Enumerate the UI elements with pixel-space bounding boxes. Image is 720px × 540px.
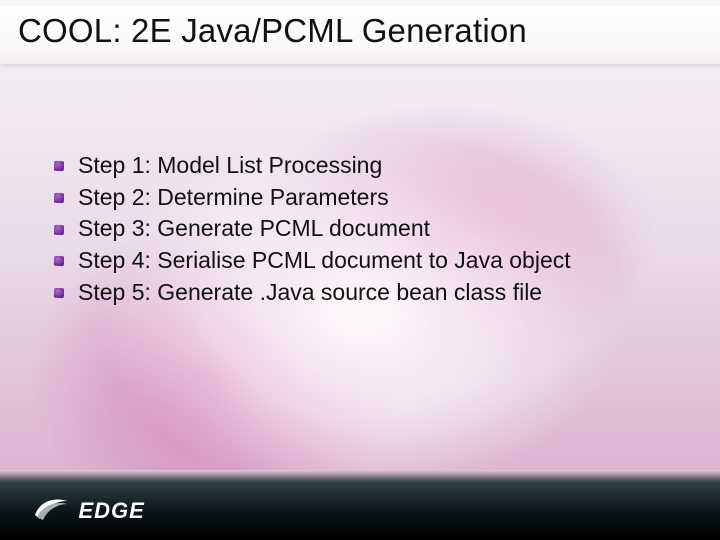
footer-bar: EDGE — [0, 470, 720, 540]
list-item: Step 3: Generate PCML document — [54, 213, 654, 245]
list-item: Step 1: Model List Processing — [54, 150, 654, 182]
brand-logo: EDGE — [34, 495, 145, 526]
bullet-text: Step 3: Generate PCML document — [78, 215, 430, 241]
list-item: Step 4: Serialise PCML document to Java … — [54, 245, 654, 277]
brand-name: EDGE — [78, 498, 144, 524]
slide: COOL: 2E Java/PCML Generation Step 1: Mo… — [0, 0, 720, 540]
slide-title: COOL: 2E Java/PCML Generation — [18, 12, 720, 50]
slide-body: Step 1: Model List Processing Step 2: De… — [54, 150, 654, 309]
bullet-text: Step 4: Serialise PCML document to Java … — [78, 247, 571, 273]
list-item: Step 2: Determine Parameters — [54, 182, 654, 214]
swoosh-icon — [34, 495, 68, 526]
title-bar: COOL: 2E Java/PCML Generation — [0, 6, 720, 64]
bullet-text: Step 5: Generate .Java source bean class… — [78, 279, 542, 305]
list-item: Step 5: Generate .Java source bean class… — [54, 277, 654, 309]
bullet-text: Step 1: Model List Processing — [78, 152, 382, 178]
bullet-text: Step 2: Determine Parameters — [78, 184, 389, 210]
